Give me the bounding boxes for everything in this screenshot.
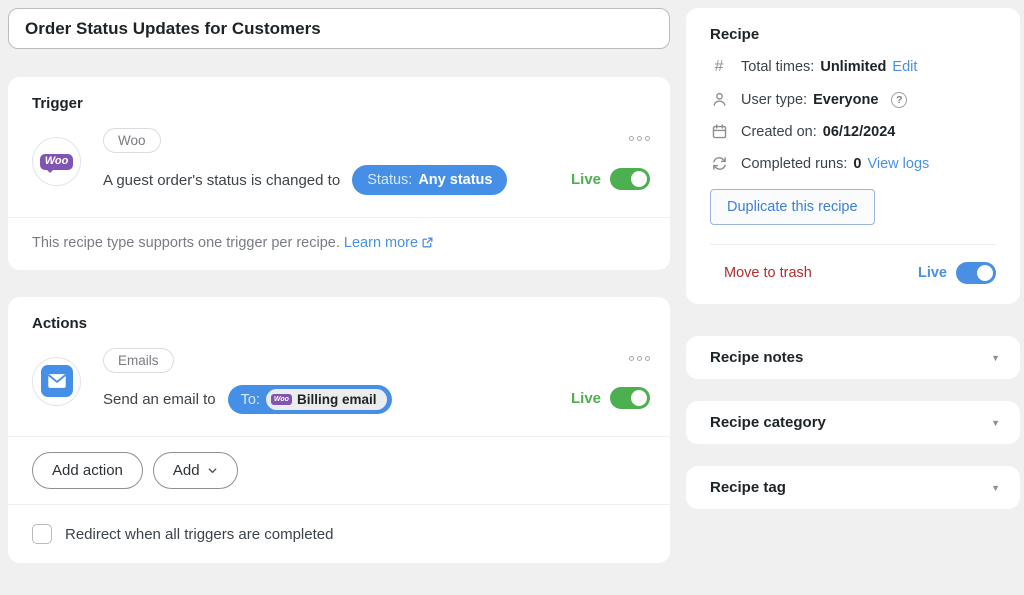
trigger-live-label: Live (571, 171, 601, 188)
trigger-integration-badge: Woo (103, 128, 161, 153)
woo-logo-icon: Woo (40, 154, 74, 170)
redirect-checkbox-label: Redirect when all triggers are completed (65, 526, 333, 543)
action-integration-badge: Emails (103, 348, 174, 373)
billing-email-token: Woo Billing email (266, 389, 387, 410)
caret-down-icon: ▼ (991, 483, 1000, 493)
trigger-panel: Trigger Woo Woo A guest order's status i… (8, 77, 670, 270)
recipe-toggle-switch[interactable] (956, 262, 996, 284)
action-toggle-switch[interactable] (610, 387, 650, 409)
recipe-panel-header: Recipe (710, 26, 996, 43)
action-sentence: Send an email to (103, 391, 216, 408)
total-times-row: # Total times: Unlimited Edit (710, 58, 996, 76)
add-dropdown-button[interactable]: Add (153, 452, 238, 489)
action-to-button[interactable]: To: Woo Billing email (228, 385, 392, 414)
email-icon (41, 365, 73, 397)
view-logs-link[interactable]: View logs (867, 156, 929, 172)
action-live-label: Live (571, 390, 601, 407)
recipe-title-input[interactable] (8, 8, 670, 49)
completed-runs-row: Completed runs: 0 View logs (710, 155, 996, 172)
add-action-button[interactable]: Add action (32, 452, 143, 489)
trigger-item: Woo Woo A guest order's status is change… (8, 114, 670, 217)
redirect-row: Redirect when all triggers are completed (8, 504, 670, 563)
accordion-recipe-notes[interactable]: Recipe notes ▼ (686, 336, 1020, 379)
main-column: Trigger Woo Woo A guest order's status i… (8, 8, 670, 563)
recipe-panel: Recipe # Total times: Unlimited Edit Use… (686, 8, 1020, 304)
actions-panel: Actions Emails Send an email to To: Woo (8, 297, 670, 563)
user-icon (710, 91, 728, 108)
trigger-note: This recipe type supports one trigger pe… (8, 217, 670, 270)
status-prefix: Status: (367, 172, 412, 188)
user-type-row: User type: Everyone ? (710, 91, 996, 108)
recipe-footer: Move to trash Live (710, 244, 996, 284)
external-link-icon (421, 236, 434, 249)
move-to-trash-link[interactable]: Move to trash (710, 265, 812, 281)
woo-integration-icon: Woo (32, 137, 81, 186)
action-menu-icon[interactable] (629, 356, 650, 361)
action-live-toggle[interactable]: Live (571, 387, 650, 414)
page-layout: Trigger Woo Woo A guest order's status i… (0, 0, 1024, 571)
trigger-sentence: A guest order's status is changed to (103, 172, 340, 189)
status-value: Any status (418, 172, 492, 188)
trigger-note-text: This recipe type supports one trigger pe… (32, 235, 340, 251)
hash-icon: # (710, 58, 728, 76)
accordion-recipe-category[interactable]: Recipe category ▼ (686, 401, 1020, 444)
redirect-checkbox[interactable] (32, 524, 52, 544)
trigger-status-button[interactable]: Status: Any status (352, 165, 507, 195)
runs-icon (710, 155, 728, 172)
edit-total-times-link[interactable]: Edit (892, 59, 917, 75)
woo-token-icon: Woo (271, 394, 292, 405)
question-icon[interactable]: ? (891, 92, 907, 108)
trigger-panel-header: Trigger (8, 77, 670, 114)
recipe-live-toggle[interactable]: Live (918, 262, 996, 284)
token-label: Billing email (297, 392, 377, 407)
trigger-menu-icon[interactable] (629, 136, 650, 141)
caret-down-icon: ▼ (991, 418, 1000, 428)
recipe-live-label: Live (918, 265, 947, 281)
to-prefix: To: (241, 392, 260, 408)
actions-panel-header: Actions (8, 297, 670, 334)
emails-integration-icon (32, 357, 81, 406)
actions-footer: Add action Add (8, 436, 670, 504)
sidebar: Recipe # Total times: Unlimited Edit Use… (686, 8, 1020, 563)
learn-more-link[interactable]: Learn more (344, 235, 434, 251)
duplicate-recipe-button[interactable]: Duplicate this recipe (710, 189, 875, 225)
calendar-icon (710, 123, 728, 140)
chevron-down-icon (207, 465, 218, 476)
created-on-row: Created on: 06/12/2024 (710, 123, 996, 140)
accordion-recipe-tag[interactable]: Recipe tag ▼ (686, 466, 1020, 509)
action-item: Emails Send an email to To: Woo Billing … (8, 334, 670, 436)
caret-down-icon: ▼ (991, 353, 1000, 363)
trigger-live-toggle[interactable]: Live (571, 168, 650, 195)
trigger-toggle-switch[interactable] (610, 168, 650, 190)
